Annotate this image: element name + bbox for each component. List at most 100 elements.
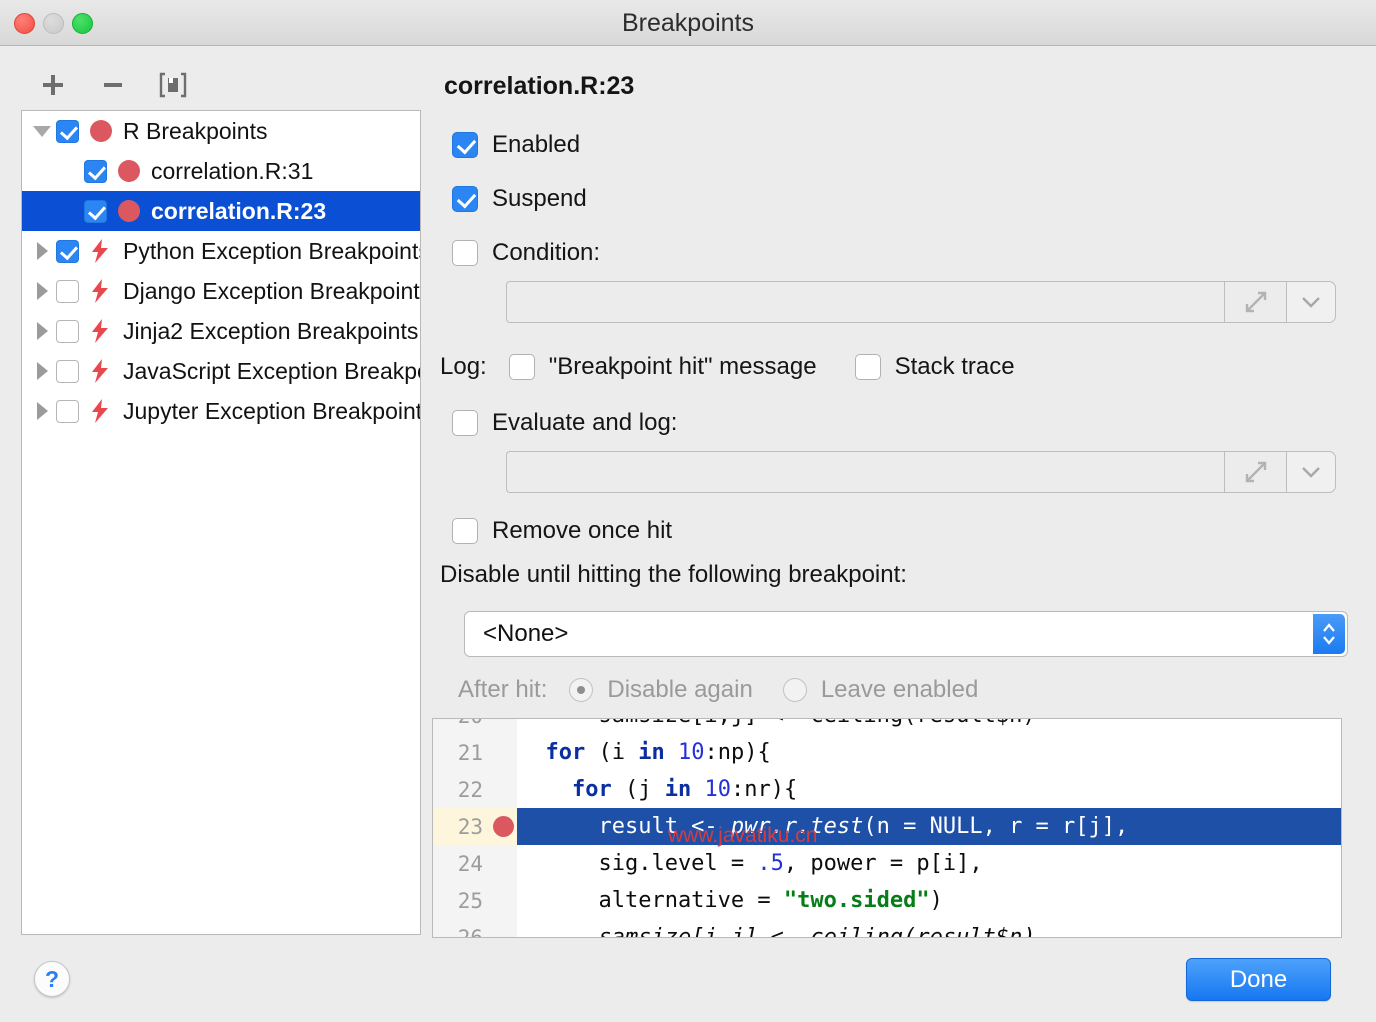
- code-line-text: for (j in 10:nr){: [517, 771, 1341, 808]
- breakpoint-dot-icon[interactable]: [493, 816, 514, 837]
- code-token: (j: [612, 777, 665, 802]
- tree-item-jinja2-exception[interactable]: Jinja2 Exception Breakpoints: [22, 311, 420, 351]
- log-stack-trace-checkbox[interactable]: [855, 354, 881, 380]
- tree-item-javascript-exception[interactable]: JavaScript Exception Breakpoints: [22, 351, 420, 391]
- twisty-right-icon[interactable]: [28, 282, 56, 300]
- remove-once-hit-label: Remove once hit: [492, 517, 672, 545]
- after-hit-leave-enabled-radio[interactable]: [783, 678, 807, 702]
- log-message-label: "Breakpoint hit" message: [549, 353, 817, 381]
- code-token: :nr){: [731, 777, 797, 802]
- enabled-option[interactable]: Enabled: [452, 131, 580, 159]
- code-line-number: 24: [433, 852, 483, 876]
- code-line: 22 for (j in 10:nr){: [433, 771, 1341, 808]
- condition-input[interactable]: [506, 281, 1224, 323]
- code-line-number: 23: [433, 815, 483, 839]
- code-token: (i: [585, 740, 638, 765]
- code-token: 10: [678, 740, 705, 765]
- code-line-number: 22: [433, 778, 483, 802]
- tree-item-checkbox[interactable]: [56, 320, 79, 343]
- tree-item-checkbox[interactable]: [56, 280, 79, 303]
- code-token: alternative =: [519, 888, 784, 913]
- condition-dropdown-button[interactable]: [1286, 281, 1336, 323]
- code-gutter[interactable]: 20: [433, 718, 517, 734]
- save-group-icon: [158, 71, 188, 99]
- remove-once-hit-checkbox[interactable]: [452, 518, 478, 544]
- tree-item-checkbox[interactable]: [56, 120, 79, 143]
- group-breakpoints-button[interactable]: [156, 68, 190, 102]
- code-token: sig.level =: [519, 851, 757, 876]
- tree-item-r-breakpoints[interactable]: R Breakpoints: [22, 111, 420, 151]
- code-token: pwr.r.test: [731, 814, 863, 839]
- code-preview[interactable]: 20 samsize[i,j] <- ceiling(result$n) 21 …: [432, 718, 1342, 938]
- log-options-row: Log: "Breakpoint hit" message Stack trac…: [440, 353, 1015, 381]
- evaluate-and-log-field[interactable]: [506, 451, 1336, 493]
- code-gutter[interactable]: 25: [433, 882, 517, 919]
- code-gutter[interactable]: 26: [433, 919, 517, 938]
- twisty-right-icon[interactable]: [28, 322, 56, 340]
- after-hit-disable-again-label: Disable again: [607, 676, 752, 704]
- remove-once-hit-option[interactable]: Remove once hit: [452, 517, 672, 545]
- evaluate-and-log-dropdown-button[interactable]: [1286, 451, 1336, 493]
- breakpoint-dot-icon: [90, 120, 112, 142]
- evaluate-and-log-checkbox[interactable]: [452, 410, 478, 436]
- lightning-bolt-icon: [90, 239, 112, 263]
- tree-item-correlation-31[interactable]: correlation.R:31: [22, 151, 420, 191]
- code-line-breakpoint: 23 result <- pwr.r.test(n = NULL, r = r[…: [433, 808, 1341, 845]
- code-line-text: result <- pwr.r.test(n = NULL, r = r[j],: [517, 808, 1341, 845]
- log-message-checkbox[interactable]: [509, 354, 535, 380]
- twisty-right-icon[interactable]: [28, 402, 56, 420]
- condition-expand-button[interactable]: [1224, 281, 1286, 323]
- disable-until-select[interactable]: <None>: [464, 611, 1348, 657]
- lightning-bolt-icon: [90, 399, 112, 423]
- tree-item-checkbox[interactable]: [56, 400, 79, 423]
- breakpoints-tree[interactable]: R Breakpoints correlation.R:31 correlati…: [21, 110, 421, 935]
- tree-item-checkbox[interactable]: [56, 240, 79, 263]
- tree-item-checkbox[interactable]: [84, 160, 107, 183]
- code-gutter[interactable]: 22: [433, 771, 517, 808]
- code-token: result <-: [519, 814, 731, 839]
- condition-checkbox[interactable]: [452, 240, 478, 266]
- code-gutter[interactable]: 21: [433, 734, 517, 771]
- after-hit-disable-again-radio[interactable]: [569, 678, 593, 702]
- after-hit-caption: After hit:: [458, 676, 547, 704]
- remove-breakpoint-button[interactable]: [96, 68, 130, 102]
- twisty-right-icon[interactable]: [28, 242, 56, 260]
- disable-until-label: Disable until hitting the following brea…: [440, 561, 907, 589]
- code-line-text: alternative = "two.sided"): [517, 882, 1341, 919]
- tree-item-django-exception[interactable]: Django Exception Breakpoints: [22, 271, 420, 311]
- tree-item-label: Jupyter Exception Breakpoints: [123, 398, 420, 425]
- breakpoint-dot-icon: [118, 160, 140, 182]
- code-gutter[interactable]: 24: [433, 845, 517, 882]
- tree-item-jupyter-exception[interactable]: Jupyter Exception Breakpoints: [22, 391, 420, 431]
- tree-item-correlation-23[interactable]: correlation.R:23: [22, 191, 420, 231]
- suspend-checkbox[interactable]: [452, 186, 478, 212]
- code-gutter[interactable]: 23: [433, 808, 517, 845]
- enabled-checkbox[interactable]: [452, 132, 478, 158]
- add-breakpoint-button[interactable]: [36, 68, 70, 102]
- done-button[interactable]: Done: [1186, 958, 1331, 1001]
- code-line: 24 sig.level = .5, power = p[i],: [433, 845, 1341, 882]
- code-line: 25 alternative = "two.sided"): [433, 882, 1341, 919]
- evaluate-and-log-label: Evaluate and log:: [492, 409, 677, 437]
- tree-item-label: JavaScript Exception Breakpoints: [123, 358, 420, 385]
- evaluate-and-log-option[interactable]: Evaluate and log:: [452, 409, 677, 437]
- lightning-bolt-icon: [90, 279, 112, 303]
- code-token: 10: [704, 777, 731, 802]
- lightning-bolt-icon: [90, 359, 112, 383]
- twisty-down-icon[interactable]: [28, 126, 56, 137]
- code-line: 21 for (i in 10:np){: [433, 734, 1341, 771]
- tree-item-checkbox[interactable]: [56, 360, 79, 383]
- tree-item-python-exception[interactable]: Python Exception Breakpoints: [22, 231, 420, 271]
- stepper-icon[interactable]: [1313, 614, 1345, 654]
- twisty-right-icon[interactable]: [28, 362, 56, 380]
- evaluate-and-log-input[interactable]: [506, 451, 1224, 493]
- condition-field[interactable]: [506, 281, 1336, 323]
- condition-option[interactable]: Condition:: [452, 239, 600, 267]
- suspend-option[interactable]: Suspend: [452, 185, 587, 213]
- tree-item-label: Django Exception Breakpoints: [123, 278, 420, 305]
- expand-icon: [1243, 289, 1269, 315]
- tree-item-checkbox[interactable]: [84, 200, 107, 223]
- evaluate-and-log-expand-button[interactable]: [1224, 451, 1286, 493]
- help-button[interactable]: ?: [34, 961, 70, 997]
- log-stack-trace-label: Stack trace: [895, 353, 1015, 381]
